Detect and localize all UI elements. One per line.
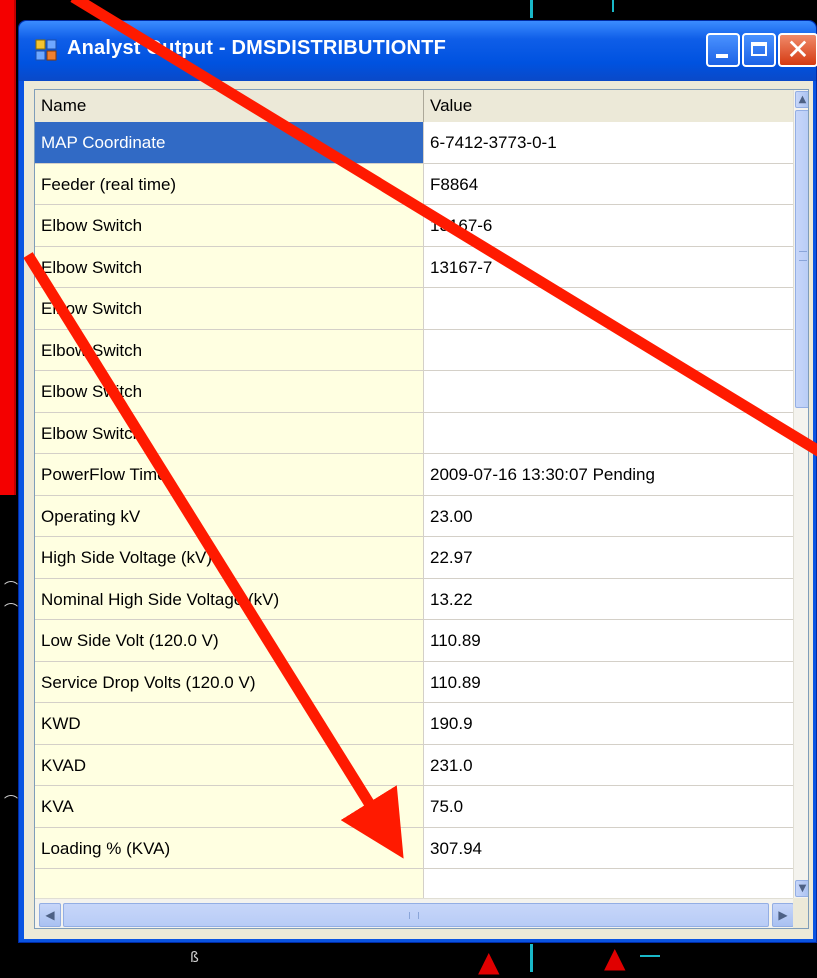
property-name-cell[interactable]: Elbow Switch [35, 205, 424, 247]
horizontal-scrollbar[interactable]: ◀ ▶ [35, 898, 808, 928]
property-name-cell[interactable]: KVA [35, 786, 424, 828]
property-name-cell[interactable]: Loading % (KVA) [35, 827, 424, 869]
vertical-scroll-thumb[interactable] [795, 110, 808, 408]
property-value-cell[interactable] [424, 412, 793, 454]
property-value-cell[interactable] [424, 371, 793, 413]
property-value-cell[interactable]: 23.00 [424, 495, 793, 537]
table-row[interactable]: MAP Coordinate 6-7412-3773-0-1 [35, 122, 793, 164]
background-map-glyph-icon: ⌒ [4, 795, 18, 811]
property-value-cell[interactable]: 22.97 [424, 537, 793, 579]
table-row[interactable]: Elbow Switch [35, 412, 793, 454]
table-row[interactable]: KWD 190.9 [35, 703, 793, 745]
table-row[interactable]: High Side Voltage (kV) 22.97 [35, 537, 793, 579]
grip-icon [799, 251, 807, 261]
column-header-value[interactable]: Value [424, 90, 793, 122]
property-name-cell[interactable]: KVAD [35, 744, 424, 786]
background-map-tick [640, 955, 660, 957]
property-name-cell[interactable]: Low Side Volt (120.0 V) [35, 620, 424, 662]
scroll-left-arrow-icon: ◀ [45, 908, 55, 922]
table-row[interactable]: Service Drop Volts (120.0 V) 110.89 [35, 661, 793, 703]
vertical-scrollbar[interactable]: ▲ ▼ [793, 90, 808, 898]
table-row[interactable]: Elbow Switch 13167-6 [35, 205, 793, 247]
analyst-output-window: Analyst Output - DMSDISTRIBUTIONTF ✕ Nam… [18, 20, 817, 943]
property-value-cell[interactable]: 75.0 [424, 786, 793, 828]
scroll-right-arrow-icon: ▶ [778, 908, 788, 922]
background-map-glyph-icon: ß [190, 950, 199, 966]
table-row[interactable]: Elbow Switch [35, 371, 793, 413]
property-value-cell[interactable]: 231.0 [424, 744, 793, 786]
table-row[interactable]: Low Side Volt (120.0 V) 110.89 [35, 620, 793, 662]
close-button[interactable]: ✕ [778, 33, 817, 67]
property-value-cell[interactable]: 190.9 [424, 703, 793, 745]
property-name-cell[interactable]: High Side Voltage (kV) [35, 537, 424, 579]
horizontal-scroll-thumb[interactable] [63, 903, 769, 927]
property-name-cell[interactable]: Elbow Switch [35, 329, 424, 371]
property-name-cell[interactable]: MAP Coordinate [35, 122, 424, 164]
grid-rows: MAP Coordinate 6-7412-3773-0-1 Feeder (rea… [35, 122, 793, 911]
property-name-cell[interactable]: KWD [35, 703, 424, 745]
window-client-area: Name Value MAP Coordinate 6-7412-3773-0-1… [24, 81, 813, 939]
property-name-cell[interactable]: Elbow Switch [35, 246, 424, 288]
column-header-name[interactable]: Name [35, 90, 424, 122]
table-row[interactable]: Elbow Switch 13167-7 [35, 246, 793, 288]
maximize-icon [751, 42, 767, 56]
property-name-cell[interactable]: Feeder (real time) [35, 163, 424, 205]
property-name-cell[interactable]: Elbow Switch [35, 412, 424, 454]
property-value-cell[interactable]: 2009-07-16 13:30:07 Pending [424, 454, 793, 496]
grip-icon [409, 912, 419, 919]
window-titlebar[interactable]: Analyst Output - DMSDISTRIBUTIONTF ✕ [19, 21, 817, 81]
property-value-cell[interactable]: 13167-6 [424, 205, 793, 247]
scroll-up-arrow-icon: ▲ [798, 94, 807, 105]
scroll-left-button[interactable]: ◀ [39, 903, 61, 927]
property-name-cell[interactable]: Service Drop Volts (120.0 V) [35, 661, 424, 703]
property-value-cell[interactable]: 13.22 [424, 578, 793, 620]
background-map-glyph-icon: ⌒ [4, 581, 18, 597]
property-name-cell[interactable]: Operating kV [35, 495, 424, 537]
background-map-marker-icon: ▲ [604, 941, 626, 974]
property-value-cell[interactable]: F8864 [424, 163, 793, 205]
table-row[interactable]: KVAD 231.0 [35, 744, 793, 786]
property-value-cell[interactable] [424, 329, 793, 371]
property-name-cell[interactable]: Nominal High Side Voltage (kV) [35, 578, 424, 620]
table-row[interactable]: Elbow Switch [35, 288, 793, 330]
property-name-cell[interactable]: PowerFlow Time [35, 454, 424, 496]
property-grid: Name Value MAP Coordinate 6-7412-3773-0-1… [34, 89, 809, 929]
grid-header: Name Value [35, 90, 793, 123]
maximize-button[interactable] [742, 33, 776, 67]
table-row[interactable]: Elbow Switch [35, 329, 793, 371]
property-value-cell[interactable]: 110.89 [424, 620, 793, 662]
scroll-up-button[interactable]: ▲ [795, 91, 808, 108]
background-map-glyph-icon: ⌒ [4, 603, 18, 619]
background-map-tick [612, 0, 614, 12]
table-row[interactable]: PowerFlow Time 2009-07-16 13:30:07 Pendin… [35, 454, 793, 496]
property-value-cell[interactable]: 13167-7 [424, 246, 793, 288]
property-value-cell[interactable]: 6-7412-3773-0-1 [424, 122, 793, 164]
table-row[interactable]: Loading % (KVA) 307.94 [35, 827, 793, 869]
window-title: Analyst Output - DMSDISTRIBUTIONTF [67, 37, 446, 59]
property-value-cell[interactable]: 110.89 [424, 661, 793, 703]
background-red-panel [0, 0, 16, 495]
property-value-cell[interactable] [424, 288, 793, 330]
app-window-icon [35, 39, 57, 61]
scroll-down-button[interactable]: ▼ [795, 880, 808, 897]
property-value-cell[interactable]: 307.94 [424, 827, 793, 869]
table-row[interactable]: Feeder (real time) F8864 [35, 163, 793, 205]
background-map-tick [530, 944, 533, 972]
minimize-button[interactable] [706, 33, 740, 67]
scrollbar-corner [793, 898, 808, 928]
minimize-icon [716, 54, 728, 58]
background-map-tick [530, 0, 533, 18]
table-row[interactable]: Operating kV 23.00 [35, 495, 793, 537]
table-row[interactable]: KVA 75.0 [35, 786, 793, 828]
scroll-right-button[interactable]: ▶ [772, 903, 794, 927]
close-icon: ✕ [786, 33, 810, 66]
scroll-down-arrow-icon: ▼ [798, 883, 807, 894]
property-name-cell[interactable]: Elbow Switch [35, 288, 424, 330]
property-name-cell[interactable]: Elbow Switch [35, 371, 424, 413]
table-row[interactable]: Nominal High Side Voltage (kV) 13.22 [35, 578, 793, 620]
